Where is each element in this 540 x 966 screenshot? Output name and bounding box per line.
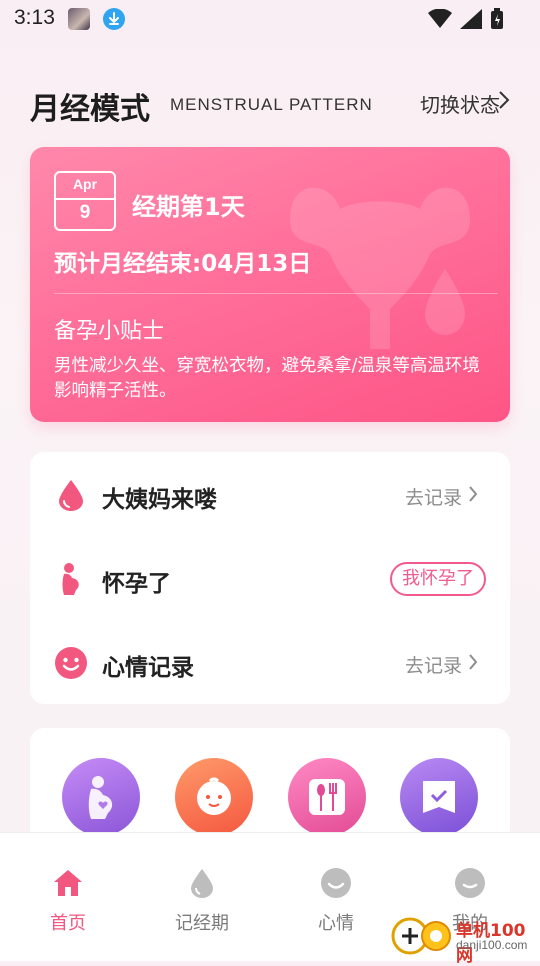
record-row-period[interactable]: 大姨妈来喽 去记录 <box>30 452 510 536</box>
record-label: 心情记录 <box>102 655 194 681</box>
watermark: 单机100网 danji100.com <box>390 910 540 966</box>
watermark-logo-icon <box>391 917 451 955</box>
calendar-month: Apr <box>72 176 98 192</box>
signal-icon <box>460 9 482 29</box>
download-icon <box>103 8 125 30</box>
status-bar: 3:13 <box>0 0 540 40</box>
tips-title: 备孕小贴士 <box>54 319 165 344</box>
profile-icon <box>455 868 485 898</box>
chevron-right-icon[interactable] <box>498 88 510 112</box>
record-action-link[interactable]: 去记录 <box>405 651 462 678</box>
smile-icon <box>55 647 87 679</box>
home-icon <box>54 870 82 896</box>
switch-status-button[interactable]: 切换状态 <box>420 89 500 118</box>
record-label: 大姨妈来喽 <box>102 487 217 513</box>
status-time: 3:13 <box>14 6 55 29</box>
smile-icon <box>321 868 351 898</box>
tips-text: 男性减少久坐、穿宽松衣物，避免桑拿/温泉等高温环境影响精子活性。 <box>54 356 480 401</box>
record-action-link[interactable]: 去记录 <box>405 483 462 510</box>
drop-icon <box>59 480 83 511</box>
baby-face-icon[interactable] <box>175 758 253 836</box>
expected-end-text: 预计月经结束:04月13日 <box>54 251 312 277</box>
tools-card <box>30 728 510 838</box>
diet-icon[interactable] <box>288 758 366 836</box>
pregnant-icon <box>62 563 79 595</box>
record-row-mood[interactable]: 心情记录 去记录 <box>30 620 510 704</box>
nav-label: 首页 <box>50 913 86 934</box>
wifi-icon <box>428 9 452 28</box>
page-title: 月经模式 <box>30 92 150 127</box>
card-divider <box>54 293 498 294</box>
chevron-right-icon <box>469 654 478 670</box>
nav-label: 心情 <box>318 913 354 934</box>
record-label: 怀孕了 <box>102 571 171 597</box>
period-status-card[interactable]: Apr 9 经期第1天 预计月经结束:04月13日 备孕小贴士 男性减少久坐、穿… <box>30 147 510 422</box>
chevron-right-icon <box>469 486 478 502</box>
checklist-icon[interactable] <box>400 758 478 836</box>
record-list: 大姨妈来喽 去记录 怀孕了 我怀孕了 心情记录 去记录 <box>30 452 510 704</box>
page-subtitle: MENSTRUAL PATTERN <box>170 95 373 114</box>
battery-icon <box>491 8 503 29</box>
calendar-day: 9 <box>79 202 91 223</box>
nav-home[interactable]: 首页 <box>18 867 118 935</box>
record-row-pregnant[interactable]: 怀孕了 我怀孕了 <box>30 536 510 620</box>
nav-label: 记经期 <box>175 913 229 934</box>
period-day-text: 经期第1天 <box>132 193 245 221</box>
pregnancy-heart-icon[interactable] <box>62 758 140 836</box>
nav-mood[interactable]: 心情 <box>286 867 386 935</box>
watermark-url: danji100.com <box>456 938 528 952</box>
calendar-badge: Apr 9 <box>54 171 116 231</box>
i-am-pregnant-button[interactable]: 我怀孕了 <box>390 562 486 596</box>
drop-icon <box>191 869 213 898</box>
nav-record-period[interactable]: 记经期 <box>152 867 252 935</box>
notification-avatar-icon <box>68 8 90 30</box>
